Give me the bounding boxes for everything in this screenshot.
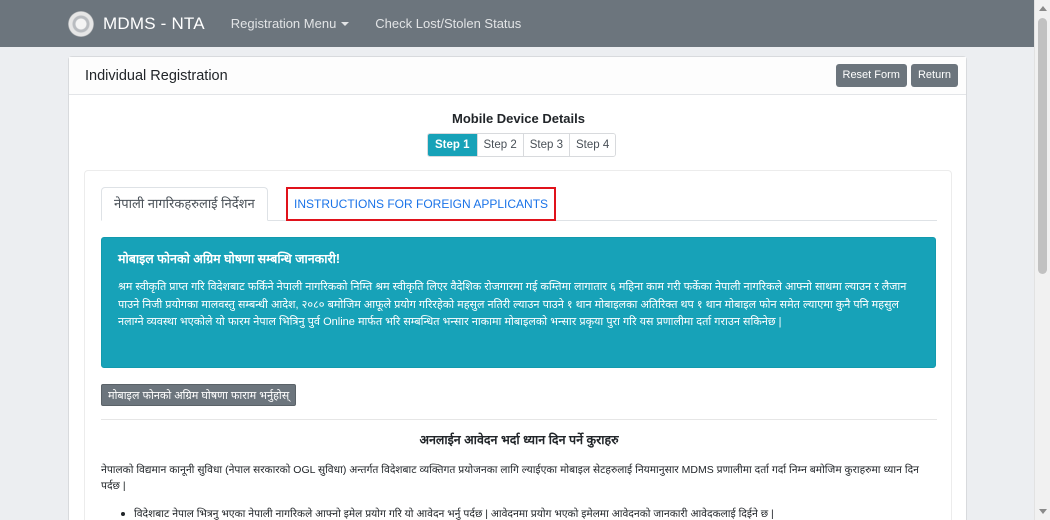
instructions-panel: नेपाली नागरिकहरुलाई निर्देशन INSTRUCTION…	[84, 170, 952, 520]
nta-logo-icon[interactable]	[68, 10, 94, 37]
alert-heading: मोबाइल फोनको अग्रिम घोषणा सम्बन्धि जानका…	[118, 252, 340, 266]
scroll-down-arrow-icon[interactable]	[1039, 509, 1047, 514]
tab-foreign-applicants[interactable]: INSTRUCTIONS FOR FOREIGN APPLICANTS	[286, 187, 557, 221]
reset-form-button[interactable]: Reset Form	[835, 64, 907, 87]
tab-nepali-citizens[interactable]: नेपाली नागरिकहरुलाई निर्देशन	[101, 187, 268, 221]
nav-registration-menu[interactable]: Registration Menu	[231, 16, 350, 31]
card-header: Individual Registration Reset Form Retur…	[69, 57, 966, 95]
page-title: Individual Registration	[85, 67, 228, 84]
list-item: विदेशबाट नेपाल भित्रनु भएका नेपाली नागरि…	[121, 507, 921, 520]
step-4[interactable]: Step 4	[569, 134, 616, 156]
nav-check-lost-stolen[interactable]: Check Lost/Stolen Status	[375, 16, 521, 31]
bullet-icon	[121, 512, 125, 517]
fill-declaration-form-button[interactable]: मोबाइल फोनको अग्रिम घोषणा फाराम भर्नुहोस…	[101, 384, 297, 406]
info-alert: मोबाइल फोनको अग्रिम घोषणा सम्बन्धि जानका…	[101, 237, 936, 368]
brand-title[interactable]: MDMS - NTA	[103, 14, 205, 34]
step-2[interactable]: Step 2	[476, 134, 523, 156]
notes-title: अनलाईन आवेदन भर्दा ध्यान दिन पर्ने कुराह…	[419, 433, 619, 447]
top-navbar: MDMS - NTA Registration Menu Check Lost/…	[0, 0, 1034, 47]
scrollbar-thumb[interactable]	[1038, 18, 1047, 274]
instruction-tabs: नेपाली नागरिकहरुलाई निर्देशन INSTRUCTION…	[101, 187, 937, 221]
nav-registration-menu-label: Registration Menu	[230, 16, 337, 31]
notes-body: नेपालको विद्यमान कानूनी सुविधा (नेपाल सर…	[101, 464, 919, 492]
divider	[101, 419, 937, 420]
registration-card: Individual Registration Reset Form Retur…	[68, 56, 967, 520]
list-item-text: विदेशबाट नेपाल भित्रनु भएका नेपाली नागरि…	[134, 508, 774, 520]
scroll-up-arrow-icon[interactable]	[1039, 6, 1047, 11]
nav-check-lost-stolen-label: Check Lost/Stolen Status	[375, 16, 522, 31]
step-indicator: Step 1 Step 2 Step 3 Step 4	[427, 133, 617, 157]
step-1[interactable]: Step 1	[428, 134, 477, 156]
caret-down-icon	[341, 21, 350, 26]
section-title: Mobile Device Details	[452, 111, 585, 126]
page-scrollbar[interactable]	[1034, 0, 1050, 520]
step-3[interactable]: Step 3	[522, 134, 570, 156]
return-button[interactable]: Return	[910, 64, 958, 87]
alert-body: श्रम स्वीकृति प्राप्त गरि विदेशबाट फर्कि…	[118, 281, 907, 328]
